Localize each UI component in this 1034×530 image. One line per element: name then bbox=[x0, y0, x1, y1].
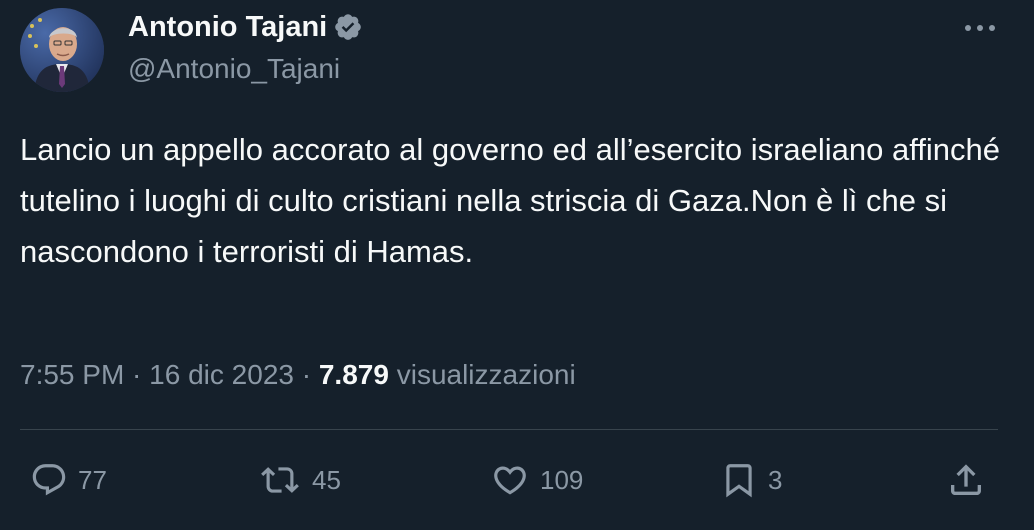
reply-count: 77 bbox=[78, 464, 107, 495]
views-label: visualizzazioni bbox=[388, 359, 576, 390]
heart-icon bbox=[494, 466, 526, 495]
bookmark-count: 3 bbox=[768, 464, 783, 495]
tweet-text: Lancio un appello accorato al governo ed… bbox=[20, 132, 1001, 269]
author-display-name[interactable]: Antonio Tajani bbox=[128, 10, 327, 44]
retweet-button[interactable]: 45 bbox=[258, 458, 341, 502]
avatar[interactable] bbox=[20, 8, 104, 92]
like-button[interactable]: 109 bbox=[490, 458, 583, 502]
meta-separator: · bbox=[124, 359, 150, 390]
share-button[interactable] bbox=[946, 458, 986, 502]
bookmark-button[interactable]: 3 bbox=[720, 458, 782, 502]
profile-photo-icon bbox=[20, 8, 104, 92]
retweet-count: 45 bbox=[312, 464, 341, 495]
tweet-card: Antonio Tajani @Antonio_Tajani Lancio un… bbox=[0, 0, 1034, 530]
share-icon bbox=[951, 464, 981, 495]
more-horizontal-icon[interactable] bbox=[960, 14, 1000, 42]
tweet-date[interactable]: 16 dic 2023 bbox=[149, 359, 294, 390]
author-name-row: Antonio Tajani bbox=[128, 10, 363, 44]
reply-button[interactable]: 77 bbox=[30, 458, 107, 502]
retweet-icon bbox=[261, 467, 299, 493]
divider bbox=[20, 429, 998, 430]
views-count: 7.879 bbox=[318, 359, 389, 390]
verified-badge-icon[interactable] bbox=[333, 12, 363, 42]
tweet-time[interactable]: 7:55 PM bbox=[20, 359, 124, 390]
like-count: 109 bbox=[540, 464, 584, 495]
reply-icon bbox=[32, 464, 66, 496]
bookmark-icon bbox=[726, 464, 752, 498]
tweet-meta: 7:55 PM · 16 dic 2023 · 7.879 visualizza… bbox=[20, 357, 576, 393]
author-handle[interactable]: @Antonio_Tajani bbox=[128, 52, 340, 86]
meta-separator: · bbox=[293, 359, 319, 390]
